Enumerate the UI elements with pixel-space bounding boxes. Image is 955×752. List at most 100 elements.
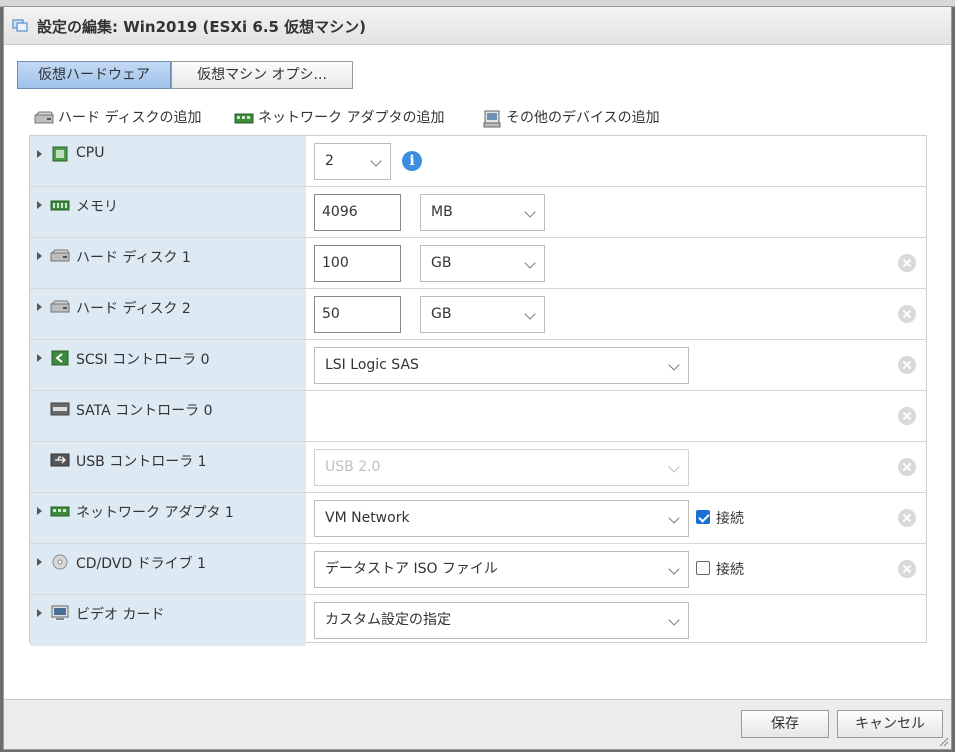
row-usb-controller: USB コントローラ 1 USB 2.0 (30, 442, 926, 493)
row-sata-controller: SATA コントローラ 0 (30, 391, 926, 442)
hard-disk-1-unit-value: GB (431, 255, 452, 271)
expand-caret-icon[interactable] (37, 303, 42, 311)
remove-usb-controller-icon[interactable] (898, 458, 916, 476)
network-adapter-icon (50, 506, 70, 517)
save-button[interactable]: 保存 (741, 710, 829, 738)
row-hard-disk-1: ハード ディスク 1 100 GB (30, 238, 926, 289)
expand-caret-icon[interactable] (37, 507, 42, 515)
row-hard-disk-2: ハード ディスク 2 50 GB (30, 289, 926, 340)
row-cpu: CPU 2 i (30, 136, 926, 187)
usb-type-select[interactable]: USB 2.0 (314, 449, 689, 486)
row-label-cell: CD/DVD ドライブ 1 (30, 544, 306, 594)
expand-caret-icon[interactable] (37, 558, 42, 566)
network-adapter-icon (234, 113, 254, 124)
usb-controller-label: USB コントローラ 1 (76, 454, 207, 470)
memory-size-input[interactable]: 4096 (314, 194, 401, 231)
expand-caret-icon[interactable] (37, 609, 42, 617)
hard-disk-icon (50, 249, 70, 262)
row-label-cell: ハード ディスク 1 (30, 238, 306, 288)
row-cd-dvd-drive: CD/DVD ドライブ 1 データストア ISO ファイル 接続 (30, 544, 926, 595)
remove-sata-controller-icon[interactable] (898, 407, 916, 425)
cpu-label: CPU (76, 145, 105, 161)
network-value: VM Network (325, 510, 410, 526)
row-network-adapter: ネットワーク アダプタ 1 VM Network 接続 (30, 493, 926, 544)
video-settings-select[interactable]: カスタム設定の指定 (314, 602, 689, 639)
expand-caret-icon[interactable] (37, 354, 42, 362)
remove-scsi-controller-icon[interactable] (898, 356, 916, 374)
network-select[interactable]: VM Network (314, 500, 689, 537)
cd-dvd-media-value: データストア ISO ファイル (325, 561, 498, 577)
scsi-type-select[interactable]: LSI Logic SAS (314, 347, 689, 384)
chevron-down-icon (524, 206, 536, 218)
remove-cd-dvd-icon[interactable] (898, 560, 916, 578)
memory-icon (50, 200, 70, 211)
chevron-down-icon (524, 257, 536, 269)
usb-controller-icon (50, 453, 70, 467)
chevron-down-icon (524, 308, 536, 320)
hard-disk-1-size-input[interactable]: 100 (314, 245, 401, 282)
memory-label: メモリ (76, 199, 118, 215)
network-connect-label: 接続 (716, 511, 744, 527)
expand-caret-icon[interactable] (37, 252, 42, 260)
remove-hard-disk-2-icon[interactable] (898, 305, 916, 323)
row-label-cell: SATA コントローラ 0 (30, 391, 306, 441)
add-other-device-button[interactable]: その他のデバイスの追加 (482, 107, 682, 129)
expand-caret-icon[interactable] (37, 201, 42, 209)
hard-disk-1-unit-select[interactable]: GB (420, 245, 545, 282)
row-label-cell: ハード ディスク 2 (30, 289, 306, 339)
remove-network-adapter-icon[interactable] (898, 509, 916, 527)
video-card-label: ビデオ カード (76, 607, 165, 623)
cd-dvd-icon (52, 554, 68, 570)
hardware-grid: CPU 2 i メモリ 4096 MB ハード ディスク 1 100 GB ハー… (29, 135, 927, 646)
info-icon[interactable]: i (402, 151, 422, 171)
row-label-cell: USB コントローラ 1 (30, 442, 306, 492)
row-memory: メモリ 4096 MB (30, 187, 926, 238)
row-label-cell: SCSI コントローラ 0 (30, 340, 306, 390)
sata-controller-icon (50, 402, 70, 416)
hard-disk-2-size-input[interactable]: 50 (314, 296, 401, 333)
cpu-count-select[interactable]: 2 (314, 143, 391, 180)
video-card-icon (51, 605, 69, 620)
row-scsi-controller: SCSI コントローラ 0 LSI Logic SAS (30, 340, 926, 391)
resize-grip-icon[interactable] (939, 737, 949, 747)
cpu-icon (52, 146, 68, 162)
add-hard-disk-button[interactable]: ハード ディスクの追加 (34, 107, 224, 129)
expand-caret-icon[interactable] (37, 150, 42, 158)
cancel-button[interactable]: キャンセル (837, 710, 943, 738)
usb-type-value: USB 2.0 (325, 459, 381, 475)
dialog-title: 設定の編集: Win2019 (ESXi 6.5 仮想マシン) (37, 18, 367, 36)
hard-disk-2-label: ハード ディスク 2 (76, 301, 191, 317)
scsi-controller-icon (51, 350, 69, 366)
hard-disk-icon (50, 300, 70, 313)
add-network-adapter-button[interactable]: ネットワーク アダプタの追加 (234, 107, 464, 129)
other-device-icon (483, 110, 501, 128)
tab-vm-options[interactable]: 仮想マシン オプシ... (171, 61, 353, 89)
hard-disk-2-unit-value: GB (431, 306, 452, 322)
hard-disk-icon (34, 111, 54, 124)
chevron-down-icon (668, 563, 680, 575)
cd-dvd-media-select[interactable]: データストア ISO ファイル (314, 551, 689, 588)
remove-hard-disk-1-icon[interactable] (898, 254, 916, 272)
memory-unit-select[interactable]: MB (420, 194, 545, 231)
tab-virtual-hardware[interactable]: 仮想ハードウェア (17, 61, 171, 89)
row-label-cell: CPU (30, 136, 306, 186)
add-hard-disk-label: ハード ディスクの追加 (58, 110, 202, 126)
chevron-down-icon (668, 614, 680, 626)
chevron-down-icon (668, 359, 680, 371)
add-other-device-label: その他のデバイスの追加 (506, 110, 660, 126)
chevron-down-icon (668, 461, 680, 473)
scsi-type-value: LSI Logic SAS (325, 357, 419, 373)
cd-dvd-connect-checkbox[interactable] (696, 561, 710, 575)
hard-disk-2-unit-select[interactable]: GB (420, 296, 545, 333)
hard-disk-1-label: ハード ディスク 1 (76, 250, 191, 266)
cd-dvd-label: CD/DVD ドライブ 1 (76, 556, 206, 572)
cd-dvd-connect-label: 接続 (716, 562, 744, 578)
scsi-controller-label: SCSI コントローラ 0 (76, 352, 210, 368)
add-network-adapter-label: ネットワーク アダプタの追加 (258, 110, 445, 126)
row-video-card: ビデオ カード カスタム設定の指定 (30, 595, 926, 646)
network-connect-checkbox[interactable] (696, 510, 710, 524)
chevron-down-icon (668, 512, 680, 524)
sata-controller-label: SATA コントローラ 0 (76, 403, 213, 419)
cpu-count-value: 2 (325, 153, 334, 169)
edit-settings-dialog: 設定の編集: Win2019 (ESXi 6.5 仮想マシン) 仮想ハードウェア… (3, 6, 952, 750)
